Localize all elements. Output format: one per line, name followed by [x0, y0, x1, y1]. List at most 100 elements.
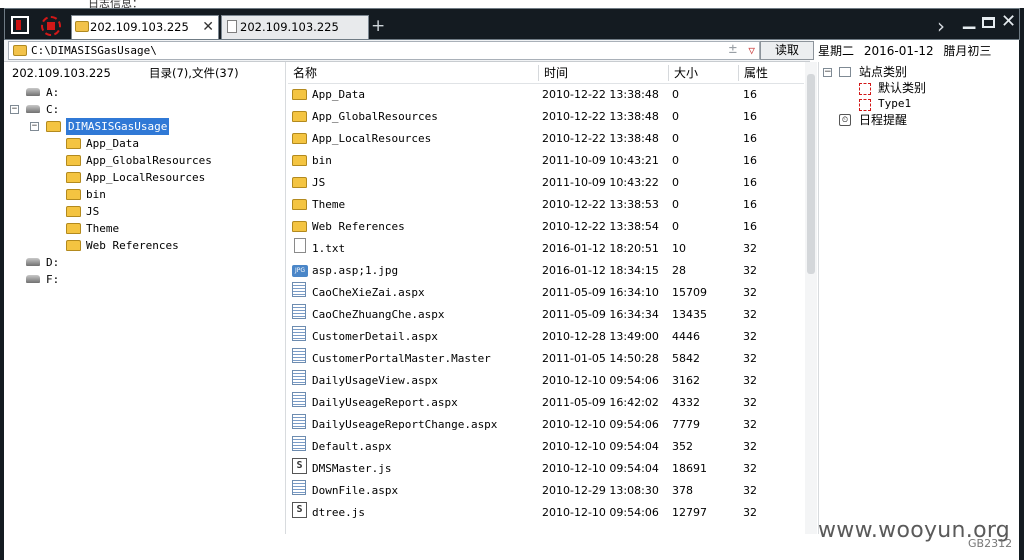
tree-item[interactable]: App_LocalResources: [6, 169, 285, 186]
address-bar: C:\DIMASISGasUsage\ ± ▽ 读取: [4, 40, 814, 62]
file-attr: 32: [743, 374, 757, 387]
collapse-icon[interactable]: −: [10, 105, 19, 114]
file-name: App_GlobalResources: [312, 110, 438, 123]
vertical-scrollbar[interactable]: [805, 62, 817, 534]
column-header-attr[interactable]: 属性: [744, 62, 768, 84]
collapse-icon[interactable]: −: [30, 122, 39, 131]
column-header-size[interactable]: 大小: [674, 62, 698, 84]
tree-item[interactable]: Web References: [6, 237, 285, 254]
file-time: 2010-12-22 13:38:48: [542, 88, 659, 101]
file-row[interactable]: App_GlobalResources 2010-12-22 13:38:48 0 1…: [288, 106, 804, 128]
tab-active[interactable]: 202.109.103.225 ✕: [71, 15, 219, 39]
read-button[interactable]: 读取: [760, 41, 814, 60]
tree-item[interactable]: App_Data: [6, 135, 285, 152]
file-row[interactable]: S DMSMaster.js 2010-12-10 09:54:04 18691 32: [288, 458, 804, 480]
chevron-down-icon[interactable]: ▽: [748, 42, 755, 59]
file-row[interactable]: App_LocalResources 2010-12-22 13:38:48 0 16: [288, 128, 804, 150]
title-bar: 202.109.103.225 ✕ 202.109.103.225 + › ▁ …: [4, 8, 1020, 40]
path-input[interactable]: C:\DIMASISGasUsage\ ± ▽: [8, 41, 760, 60]
file-row[interactable]: App_Data 2010-12-22 13:38:48 0 16: [288, 84, 804, 106]
document-icon: [227, 20, 237, 33]
window-close-icon[interactable]: ✕: [1001, 11, 1016, 32]
column-separator[interactable]: [668, 65, 669, 81]
file-size: 4332: [672, 396, 700, 409]
file-size: 18691: [672, 462, 707, 475]
tree-item-label: A:: [46, 86, 60, 99]
column-header-time[interactable]: 时间: [544, 62, 568, 84]
aspx-icon: [292, 370, 306, 385]
tab-inactive[interactable]: 202.109.103.225: [221, 15, 369, 39]
file-attr: 16: [743, 154, 757, 167]
file-name: DMSMaster.js: [312, 462, 392, 475]
file-size: 15709: [672, 286, 707, 299]
file-row[interactable]: bin 2011-10-09 10:43:21 0 16: [288, 150, 804, 172]
file-row[interactable]: Default.aspx 2010-12-10 09:54:04 352 32: [288, 436, 804, 458]
tree-item-label: JS: [86, 205, 100, 218]
file-time: 2010-12-22 13:38:53: [542, 198, 659, 211]
file-size: 12797: [672, 506, 707, 519]
close-icon[interactable]: ✕: [202, 16, 214, 38]
file-row[interactable]: CustomerDetail.aspx 2010-12-28 13:49:00 44…: [288, 326, 804, 348]
site-category-root[interactable]: − 站点类别: [819, 64, 1018, 80]
file-row[interactable]: Web References 2010-12-22 13:38:54 0 16: [288, 216, 804, 238]
plus-icon[interactable]: ±: [729, 41, 737, 58]
file-row[interactable]: DownFile.aspx 2010-12-29 13:08:30 378 32: [288, 480, 804, 502]
chevron-right-icon[interactable]: ›: [937, 14, 945, 38]
file-size: 0: [672, 220, 679, 233]
file-row[interactable]: JS 2011-10-09 10:43:22 0 16: [288, 172, 804, 194]
file-size: 0: [672, 110, 679, 123]
tree-item[interactable]: − C:: [6, 101, 285, 118]
folder-icon: [66, 240, 81, 251]
category-icon: [839, 67, 851, 77]
tree-item[interactable]: D:: [6, 254, 285, 271]
file-size: 28: [672, 264, 686, 277]
tree-item[interactable]: bin: [6, 186, 285, 203]
new-tab-button[interactable]: +: [371, 15, 385, 37]
file-row[interactable]: CaoCheXieZai.aspx 2011-05-09 16:34:10 1570…: [288, 282, 804, 304]
collapse-icon[interactable]: −: [823, 68, 832, 77]
file-row[interactable]: 1.txt 2016-01-12 18:20:51 10 32: [288, 238, 804, 260]
schedule-reminder[interactable]: ⏲ 日程提醒: [819, 112, 1018, 128]
minimize-icon[interactable]: ▁: [963, 10, 975, 29]
file-row[interactable]: JPG asp.asp;1.jpg 2016-01-12 18:34:15 28 32: [288, 260, 804, 282]
file-row[interactable]: DailyUseageReport.aspx 2011-05-09 16:42:0…: [288, 392, 804, 414]
file-name: JS: [312, 176, 326, 189]
file-size: 352: [672, 440, 693, 453]
tree-item[interactable]: JS: [6, 203, 285, 220]
scrollbar-thumb[interactable]: [807, 74, 815, 274]
tree-item[interactable]: App_GlobalResources: [6, 152, 285, 169]
folder-icon: [292, 111, 307, 122]
file-row[interactable]: DailyUseageReportChange.aspx 2010-12-10 0…: [288, 414, 804, 436]
file-name: CustomerDetail.aspx: [312, 330, 438, 343]
tree-item-label: D:: [46, 256, 60, 269]
tree-item[interactable]: A:: [6, 84, 285, 101]
file-row[interactable]: CustomerPortalMaster.Master 2011-01-05 14…: [288, 348, 804, 370]
column-header-name[interactable]: 名称: [293, 62, 317, 84]
file-row[interactable]: Theme 2010-12-22 13:38:53 0 16: [288, 194, 804, 216]
site-category-item[interactable]: 默认类别: [819, 80, 1018, 96]
site-category-item[interactable]: Type1: [819, 96, 1018, 112]
maximize-icon[interactable]: [982, 17, 995, 28]
tree-item[interactable]: F:: [6, 271, 285, 288]
category-item-icon: [859, 83, 871, 95]
file-size: 0: [672, 88, 679, 101]
file-row[interactable]: DailyUsageView.aspx 2010-12-10 09:54:06 31…: [288, 370, 804, 392]
file-name: CaoCheZhuangChe.aspx: [312, 308, 445, 321]
file-time: 2016-01-12 18:34:15: [542, 264, 659, 277]
tree-item[interactable]: Theme: [6, 220, 285, 237]
column-separator[interactable]: [738, 65, 739, 81]
tree-item[interactable]: − DIMASISGasUsage: [6, 118, 285, 135]
folder-icon: [292, 221, 307, 232]
file-size: 5842: [672, 352, 700, 365]
file-row[interactable]: CaoCheZhuangChe.aspx 2011-05-09 16:34:34 1…: [288, 304, 804, 326]
folder-icon: [66, 172, 81, 183]
column-separator[interactable]: [538, 65, 539, 81]
folder-icon: [66, 155, 81, 166]
file-size: 13435: [672, 308, 707, 321]
record-icon[interactable]: [41, 16, 61, 36]
file-row[interactable]: Sdtree.js 2010-12-10 09:54:06 12797 32: [288, 502, 804, 524]
app-logo-icon[interactable]: [11, 16, 29, 34]
tree-item-label: App_Data: [86, 137, 139, 150]
category-item-icon: [859, 99, 871, 111]
file-time: 2016-01-12 18:20:51: [542, 242, 659, 255]
